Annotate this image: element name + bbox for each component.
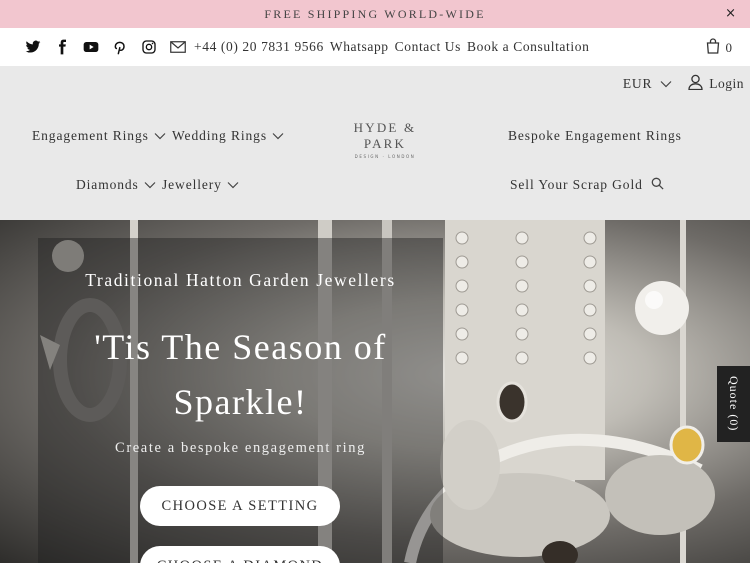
user-icon (688, 74, 703, 94)
nav-jewellery[interactable]: Jewellery (162, 177, 239, 193)
search-icon (651, 177, 664, 190)
promo-text: FREE SHIPPING WORLD-WIDE (264, 6, 486, 21)
pinterest-icon[interactable] (112, 39, 128, 55)
nav-scrap-gold[interactable]: Sell Your Scrap Gold (510, 177, 643, 193)
contact-bar: +44 (0) 20 7831 9566 Whatsapp Contact Us… (0, 28, 750, 66)
hero-banner: Traditional Hatton Garden Jewellers 'Tis… (0, 220, 750, 563)
quote-tab[interactable]: Quote (0) (717, 366, 750, 442)
currency-selector[interactable]: EUR (623, 76, 672, 92)
login-link[interactable]: Login (688, 74, 744, 94)
nav-wedding-rings[interactable]: Wedding Rings (172, 128, 284, 144)
mail-icon[interactable] (170, 41, 186, 53)
nav-jewellery-label: Jewellery (162, 177, 222, 192)
contact-links: +44 (0) 20 7831 9566 Whatsapp Contact Us… (170, 39, 589, 55)
nav-diamonds[interactable]: Diamonds (76, 177, 156, 193)
nav-wedding-rings-label: Wedding Rings (172, 128, 267, 143)
facebook-icon[interactable] (54, 39, 70, 55)
contact-us-link[interactable]: Contact Us (395, 39, 461, 55)
social-links (25, 39, 157, 55)
nav-bespoke[interactable]: Bespoke Engagement Rings (508, 128, 682, 144)
shopping-bag-icon (706, 38, 720, 58)
promo-bar: FREE SHIPPING WORLD-WIDE × (0, 0, 750, 28)
choose-setting-button[interactable]: CHOOSE A SETTING (140, 486, 340, 526)
nav-scrap-gold-label: Sell Your Scrap Gold (510, 177, 643, 192)
hero-subline: Create a bespoke engagement ring (115, 440, 366, 456)
close-promo-button[interactable]: × (725, 6, 736, 21)
chevron-down-icon (144, 182, 156, 189)
search-button[interactable] (651, 177, 664, 190)
nav-diamonds-label: Diamonds (76, 177, 139, 192)
instagram-icon[interactable] (141, 39, 157, 55)
chevron-down-icon (660, 81, 672, 88)
twitter-icon[interactable] (25, 39, 41, 55)
chevron-down-icon (272, 133, 284, 140)
youtube-icon[interactable] (83, 39, 99, 55)
whatsapp-link[interactable]: Whatsapp (330, 39, 389, 55)
nav-engagement-rings-label: Engagement Rings (32, 128, 149, 143)
quote-label: Quote (0) (727, 376, 741, 432)
chevron-down-icon (227, 182, 239, 189)
hero-eyebrow: Traditional Hatton Garden Jewellers (85, 270, 396, 290)
phone-link[interactable]: +44 (0) 20 7831 9566 (194, 39, 324, 55)
main-navigation: Engagement Rings Wedding Rings HYDE & PA… (0, 102, 750, 220)
cart-button[interactable]: 0 (706, 38, 733, 58)
currency-value: EUR (622, 76, 653, 91)
nav-bespoke-label: Bespoke Engagement Rings (508, 128, 682, 143)
chevron-down-icon (154, 133, 166, 140)
consultation-link[interactable]: Book a Consultation (467, 39, 589, 55)
choose-diamond-button[interactable]: CHOOSE A DIAMOND (140, 546, 340, 563)
hero-headline: 'Tis The Season of Sparkle! (94, 327, 387, 422)
logo-wordmark: HYDE & PARK (353, 120, 417, 151)
brand-logo[interactable]: HYDE & PARK DESIGN · LONDON (334, 120, 436, 159)
cart-count: 0 (725, 40, 733, 55)
logo-tagline: DESIGN · LONDON (354, 154, 416, 159)
nav-engagement-rings[interactable]: Engagement Rings (32, 128, 166, 144)
login-label: Login (709, 76, 744, 91)
utility-bar: EUR Login (0, 66, 750, 102)
